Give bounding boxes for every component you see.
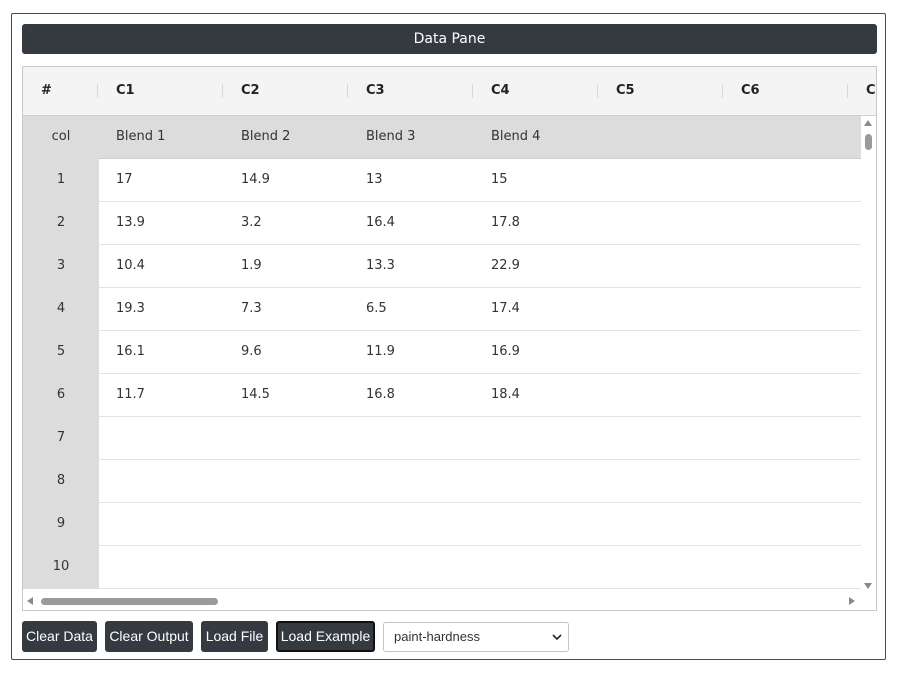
table-row: 1 17 14.9 13 15	[23, 159, 861, 202]
load-example-button[interactable]: Load Example	[276, 621, 375, 652]
data-cell[interactable]: 3.2	[241, 202, 262, 244]
load-file-button[interactable]: Load File	[201, 621, 268, 652]
data-cell[interactable]: 9.6	[241, 331, 262, 373]
scroll-down-icon[interactable]	[864, 583, 872, 589]
data-cell[interactable]: 13.9	[116, 202, 145, 244]
data-cell[interactable]: 16.8	[366, 374, 395, 416]
column-header-c2[interactable]: C2	[241, 67, 260, 115]
column-header-c1[interactable]: C1	[116, 67, 135, 115]
column-name-cell[interactable]: Blend 3	[366, 116, 415, 158]
data-cell[interactable]: 7.3	[241, 288, 262, 330]
row-index: 3	[23, 245, 99, 288]
grid-body: col Blend 1 Blend 2 Blend 3 Blend 4 1 17 1…	[23, 116, 861, 593]
scroll-left-icon[interactable]	[27, 597, 33, 605]
column-name-cell[interactable]: Blend 4	[491, 116, 540, 158]
header-separator	[847, 84, 848, 98]
data-cell[interactable]: 16.9	[491, 331, 520, 373]
clear-data-button[interactable]: Clear Data	[22, 621, 97, 652]
scroll-right-icon[interactable]	[849, 597, 855, 605]
table-row: 3 10.4 1.9 13.3 22.9	[23, 245, 861, 288]
column-header-c5[interactable]: C5	[616, 67, 635, 115]
data-cell[interactable]: 19.3	[116, 288, 145, 330]
vertical-scrollbar[interactable]	[861, 116, 876, 593]
row-index: 2	[23, 202, 99, 245]
example-dataset-select[interactable]: paint-hardness	[383, 622, 569, 652]
row-index: 5	[23, 331, 99, 374]
header-separator	[222, 84, 223, 98]
table-row: 2 13.9 3.2 16.4 17.8	[23, 202, 861, 245]
data-cell[interactable]: 1.9	[241, 245, 262, 287]
column-header-c4[interactable]: C4	[491, 67, 510, 115]
table-row: 5 16.1 9.6 11.9 16.9	[23, 331, 861, 374]
column-header-c3[interactable]: C3	[366, 67, 385, 115]
header-separator	[347, 84, 348, 98]
data-cell[interactable]: 11.9	[366, 331, 395, 373]
data-cell[interactable]: 14.5	[241, 374, 270, 416]
example-select-value: paint-hardness	[394, 629, 480, 644]
table-row: 4 19.3 7.3 6.5 17.4	[23, 288, 861, 331]
row-index: 9	[23, 503, 99, 546]
data-cell[interactable]: 15	[491, 159, 508, 201]
scroll-up-icon[interactable]	[864, 120, 872, 126]
header-separator	[597, 84, 598, 98]
data-cell[interactable]: 16.4	[366, 202, 395, 244]
pane-title: Data Pane	[22, 24, 877, 54]
data-cell[interactable]: 18.4	[491, 374, 520, 416]
header-separator	[722, 84, 723, 98]
clear-output-button[interactable]: Clear Output	[105, 621, 193, 652]
row-index: 6	[23, 374, 99, 417]
col-row-label: col	[23, 116, 99, 159]
data-cell[interactable]: 13	[366, 159, 383, 201]
data-cell[interactable]: 10.4	[116, 245, 145, 287]
column-header-c6[interactable]: C6	[741, 67, 760, 115]
row-index: 8	[23, 460, 99, 503]
data-cell[interactable]: 17	[116, 159, 133, 201]
row-index: 4	[23, 288, 99, 331]
table-row: 7	[23, 417, 861, 460]
data-cell[interactable]: 13.3	[366, 245, 395, 287]
row-index: 1	[23, 159, 99, 202]
data-cell[interactable]: 14.9	[241, 159, 270, 201]
corner-header: #	[41, 83, 52, 98]
table-row: 10	[23, 546, 861, 589]
vertical-scroll-thumb[interactable]	[865, 134, 872, 150]
horizontal-scroll-thumb[interactable]	[41, 598, 218, 605]
row-index: 10	[23, 546, 99, 589]
row-index: 7	[23, 417, 99, 460]
table-row: 6 11.7 14.5 16.8 18.4	[23, 374, 861, 417]
data-cell[interactable]: 11.7	[116, 374, 145, 416]
data-cell[interactable]: 17.4	[491, 288, 520, 330]
column-header-row: # C1 C2 C3 C4 C5 C6 C7	[23, 67, 876, 116]
data-cell[interactable]: 6.5	[366, 288, 387, 330]
horizontal-scrollbar[interactable]	[23, 593, 876, 610]
data-grid[interactable]: # C1 C2 C3 C4 C5 C6 C7 col Blend 1 Blend…	[22, 66, 877, 611]
column-name-row: col Blend 1 Blend 2 Blend 3 Blend 4	[23, 116, 861, 159]
column-header-c7[interactable]: C7	[866, 67, 876, 115]
chevron-down-icon	[552, 634, 562, 641]
header-separator	[97, 84, 98, 98]
data-cell[interactable]: 22.9	[491, 245, 520, 287]
header-separator	[472, 84, 473, 98]
table-row: 8	[23, 460, 861, 503]
data-cell[interactable]: 17.8	[491, 202, 520, 244]
table-row: 9	[23, 503, 861, 546]
data-cell[interactable]: 16.1	[116, 331, 145, 373]
column-name-cell[interactable]: Blend 2	[241, 116, 290, 158]
column-name-cell[interactable]: Blend 1	[116, 116, 165, 158]
